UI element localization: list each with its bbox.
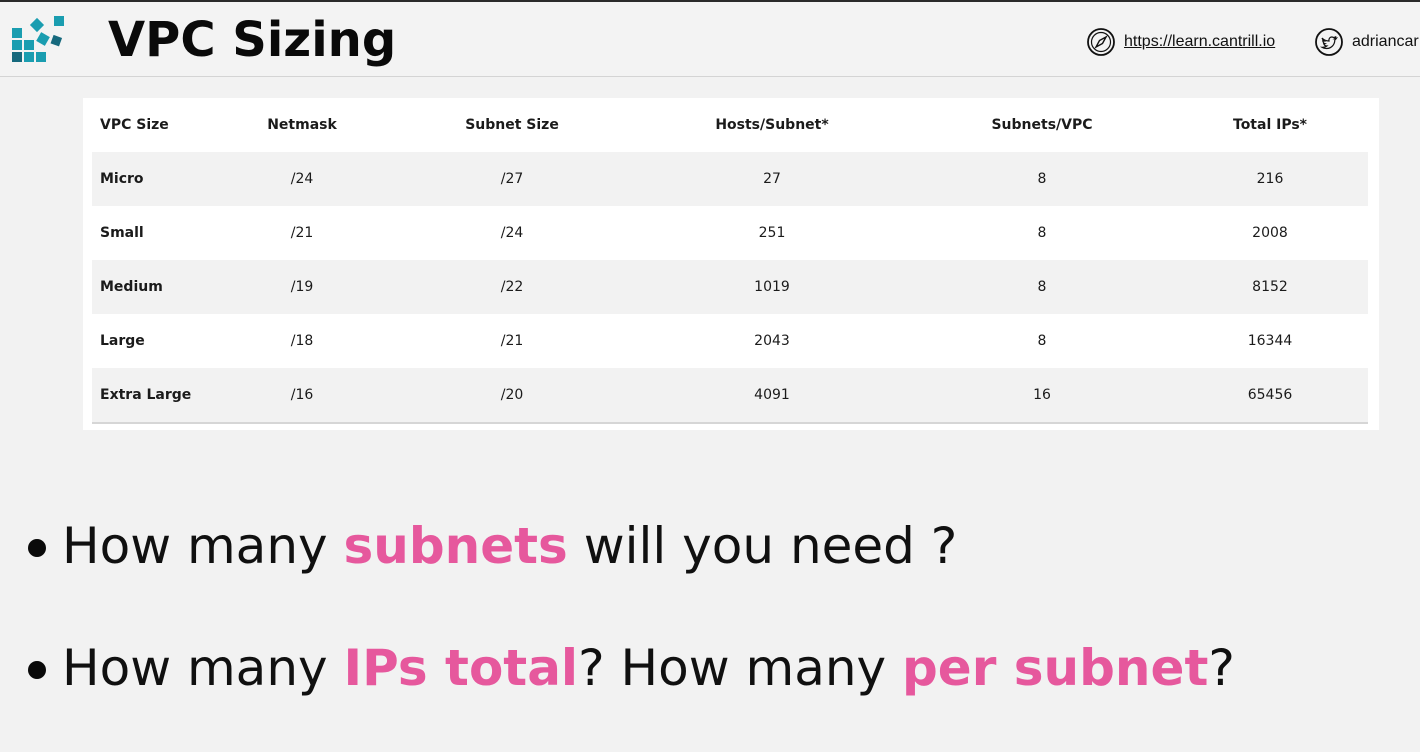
bullet-dot-icon xyxy=(28,539,46,557)
cell-subnets-per-vpc: 8 xyxy=(912,152,1172,206)
site-link-text[interactable]: https://learn.cantrill.io xyxy=(1124,26,1275,58)
cell-hosts-per-subnet: 1019 xyxy=(632,260,912,314)
table-row: Micro /24 /27 27 8 216 xyxy=(92,152,1368,206)
cell-vpc-size: Medium xyxy=(92,260,212,314)
bullet-item-ips: How many IPs total? How many per subnet? xyxy=(28,632,1235,704)
col-header-hosts-per-subnet: Hosts/Subnet* xyxy=(715,117,829,133)
cell-hosts-per-subnet: 27 xyxy=(632,152,912,206)
site-link[interactable]: https://learn.cantrill.io xyxy=(1086,26,1275,58)
cell-subnets-per-vpc: 16 xyxy=(912,368,1172,424)
bullet-text: How many xyxy=(62,517,344,575)
cell-subnet-size: /27 xyxy=(392,152,632,206)
slide-header: VPC Sizing https://learn.cantrill.io adr… xyxy=(0,2,1420,77)
cell-netmask: /24 xyxy=(212,152,392,206)
slide-title: VPC Sizing xyxy=(108,12,397,68)
col-header-subnets-per-vpc: Subnets/VPC xyxy=(991,117,1093,133)
bullet-dot-icon xyxy=(28,661,46,679)
highlight-subnets: subnets xyxy=(343,517,568,575)
bullet-text: How many xyxy=(62,639,344,697)
cell-subnets-per-vpc: 8 xyxy=(1037,225,1047,241)
cell-netmask: /21 xyxy=(290,225,314,241)
cell-subnets-per-vpc: 8 xyxy=(912,260,1172,314)
cell-subnet-size: /21 xyxy=(500,333,524,349)
bullet-text: will you need ? xyxy=(567,517,958,575)
col-header-vpc-size: VPC Size xyxy=(100,117,169,133)
twitter-link[interactable]: adriancar xyxy=(1314,26,1419,58)
cell-hosts-per-subnet: 251 xyxy=(758,225,786,241)
col-header-subnet-size: Subnet Size xyxy=(465,117,559,133)
compass-icon xyxy=(1086,27,1116,57)
cell-subnet-size: /22 xyxy=(392,260,632,314)
cell-vpc-size: Small xyxy=(100,225,144,241)
cell-netmask: /19 xyxy=(212,260,392,314)
cell-total-ips: 8152 xyxy=(1172,260,1368,314)
cell-subnet-size: /20 xyxy=(392,368,632,424)
cell-vpc-size: Micro xyxy=(92,152,212,206)
cell-hosts-per-subnet: 2043 xyxy=(754,333,790,349)
cell-netmask: /16 xyxy=(212,368,392,424)
col-header-netmask: Netmask xyxy=(267,117,337,133)
highlight-per-subnet: per subnet xyxy=(902,639,1209,697)
cell-subnet-size: /24 xyxy=(500,225,524,241)
cell-subnets-per-vpc: 8 xyxy=(1037,333,1047,349)
cell-vpc-size: Large xyxy=(100,333,145,349)
cell-total-ips: 65456 xyxy=(1172,368,1368,424)
cell-vpc-size: Extra Large xyxy=(92,368,212,424)
table-row: Medium /19 /22 1019 8 8152 xyxy=(92,260,1368,314)
bullet-text: ? xyxy=(1208,639,1235,697)
table-row: Small /21 /24 251 8 2008 xyxy=(92,206,1368,260)
blocks-logo-icon xyxy=(10,12,70,72)
twitter-bird-icon xyxy=(1314,27,1344,57)
table-header-row: VPC Size Netmask Subnet Size Hosts/Subne… xyxy=(92,98,1368,152)
col-header-total-ips: Total IPs* xyxy=(1233,117,1307,133)
twitter-handle-text[interactable]: adriancar xyxy=(1352,26,1419,58)
table-row: Large /18 /21 2043 8 16344 xyxy=(92,314,1368,368)
cell-total-ips: 16344 xyxy=(1247,333,1293,349)
vpc-sizing-table-card: VPC Size Netmask Subnet Size Hosts/Subne… xyxy=(83,98,1379,430)
bullet-item-subnets: How many subnets will you need ? xyxy=(28,510,957,582)
cell-netmask: /18 xyxy=(290,333,314,349)
cell-total-ips: 2008 xyxy=(1252,225,1288,241)
cell-hosts-per-subnet: 4091 xyxy=(632,368,912,424)
bullet-text: ? How many xyxy=(578,639,903,697)
table-row: Extra Large /16 /20 4091 16 65456 xyxy=(92,368,1368,424)
vpc-sizing-table: VPC Size Netmask Subnet Size Hosts/Subne… xyxy=(92,98,1368,424)
cell-total-ips: 216 xyxy=(1172,152,1368,206)
highlight-ips-total: IPs total xyxy=(343,639,579,697)
